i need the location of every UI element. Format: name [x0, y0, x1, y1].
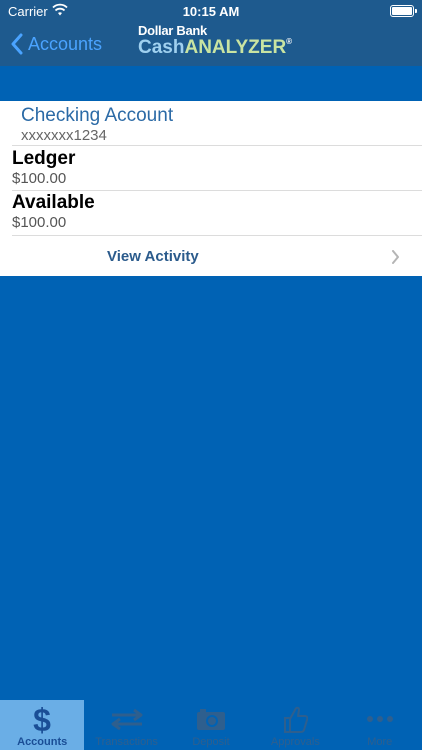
- available-value: $100.00: [12, 214, 67, 231]
- view-activity-row[interactable]: View Activity: [0, 236, 422, 276]
- tab-approvals[interactable]: Approvals: [253, 700, 337, 750]
- tab-transactions[interactable]: Transactions: [84, 700, 168, 750]
- navigation-bar: Accounts Dollar Bank CashANALYZER®: [0, 22, 422, 66]
- logo-cash: Cash: [138, 37, 185, 58]
- dollar-bank-logo: Dollar Bank CashANALYZER®: [138, 24, 292, 57]
- account-card: Checking Account xxxxxxx1234 Ledger $100…: [0, 101, 422, 276]
- logo-analyzer: ANALYZER: [184, 37, 287, 58]
- more-dots-icon: [338, 704, 422, 734]
- divider: [12, 145, 422, 146]
- header-band: [0, 66, 422, 101]
- logo-registered-mark: ®: [286, 37, 293, 46]
- status-time: 10:15 AM: [182, 4, 240, 19]
- view-activity-label: View Activity: [107, 248, 199, 265]
- tab-label: Accounts: [17, 736, 68, 748]
- tab-deposit[interactable]: Deposit: [169, 700, 253, 750]
- divider: [12, 190, 422, 191]
- tab-label: Transactions: [95, 736, 158, 748]
- tab-label: More: [367, 736, 393, 748]
- account-header: Checking Account xxxxxxx1234: [0, 101, 422, 145]
- back-button-label: Accounts: [28, 33, 103, 54]
- tab-label: Deposit: [192, 736, 230, 748]
- status-bar: Carrier 10:15 AM: [0, 0, 422, 22]
- tab-more[interactable]: More: [338, 700, 422, 750]
- camera-icon: [169, 704, 253, 734]
- transfer-arrows-icon: [84, 704, 168, 734]
- chevron-left-icon: [11, 33, 23, 55]
- battery-icon: [390, 5, 417, 17]
- account-name: Checking Account: [21, 105, 174, 126]
- svg-text:$: $: [33, 704, 51, 734]
- tab-label: Approvals: [270, 736, 320, 748]
- account-number: xxxxxxx1234: [21, 127, 107, 144]
- dollar-icon: $: [0, 704, 84, 734]
- ledger-label: Ledger: [12, 148, 76, 169]
- tab-accounts[interactable]: $ Accounts: [0, 700, 85, 750]
- back-button[interactable]: Accounts: [10, 30, 102, 58]
- logo-bank-name: Dollar Bank: [138, 23, 207, 38]
- thumbs-up-icon: [253, 704, 337, 734]
- logo-product-name: CashANALYZER®: [138, 37, 293, 58]
- tab-bar: $ Accounts Transactions Deposit Approval…: [0, 700, 422, 750]
- available-label: Available: [12, 192, 95, 213]
- ledger-value: $100.00: [12, 170, 67, 187]
- chevron-right-icon: [392, 250, 399, 264]
